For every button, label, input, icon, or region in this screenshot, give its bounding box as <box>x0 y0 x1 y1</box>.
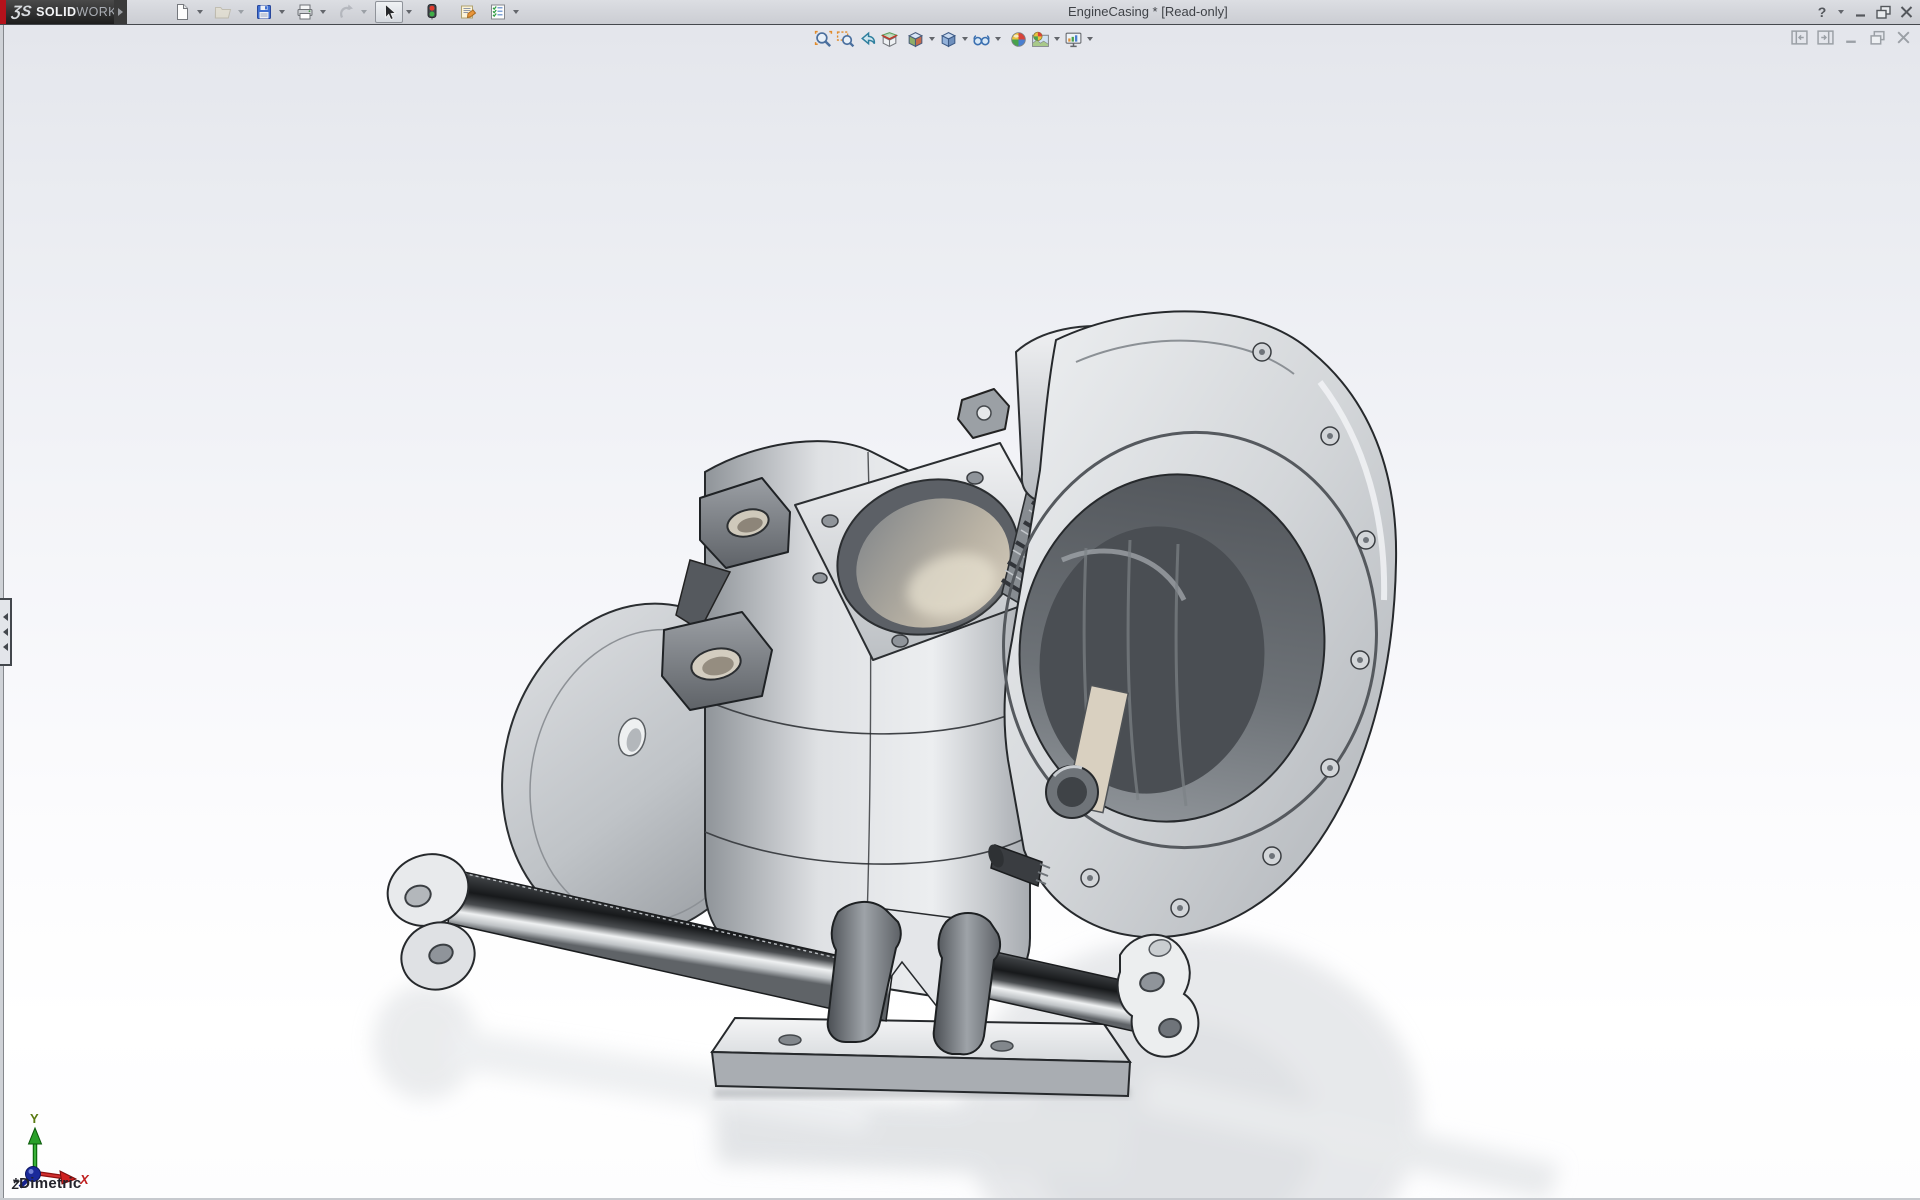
edit-appearance-icon <box>1009 30 1028 49</box>
minimize-document-icon <box>1843 30 1860 45</box>
display-style-icon <box>939 30 958 49</box>
chevron-down-icon <box>1054 37 1060 41</box>
close-document-button[interactable] <box>1895 30 1912 50</box>
apply-scene-button[interactable] <box>1029 28 1051 50</box>
zoom-to-fit-button[interactable] <box>812 28 834 50</box>
display-style-dropdown[interactable] <box>959 28 970 50</box>
display-style-button[interactable] <box>937 28 959 50</box>
mounting-base <box>712 1018 1130 1096</box>
show-right-pane-icon <box>1817 30 1834 45</box>
view-orientation-label: *Dimetric <box>13 1175 82 1192</box>
view-settings-dropdown[interactable] <box>1084 28 1095 50</box>
previous-view-icon <box>858 30 877 49</box>
zoom-to-area-button[interactable] <box>834 28 856 50</box>
hide-show-items-icon <box>972 30 991 49</box>
minimize-document-button[interactable] <box>1843 30 1860 50</box>
zoom-to-area-icon <box>836 30 855 49</box>
edit-appearance-button[interactable] <box>1007 28 1029 50</box>
graphics-viewport[interactable]: Y X Z *Dimetric <box>0 25 1920 1200</box>
apply-scene-dropdown[interactable] <box>1051 28 1062 50</box>
triad-y-label: Y <box>30 1111 39 1126</box>
apply-scene-icon <box>1031 30 1050 49</box>
engine-casing-model <box>0 0 1920 1200</box>
view-orientation-button[interactable] <box>904 28 926 50</box>
chevron-left-icon <box>3 628 8 636</box>
zoom-to-fit-icon <box>814 30 833 49</box>
view-orientation-dropdown[interactable] <box>926 28 937 50</box>
show-right-pane-button[interactable] <box>1817 30 1834 50</box>
restore-document-button[interactable] <box>1869 30 1886 50</box>
view-settings-icon <box>1064 30 1083 49</box>
collapsed-feature-panel-tab[interactable] <box>0 598 12 666</box>
close-document-icon <box>1895 30 1912 45</box>
heads-up-view-toolbar <box>812 28 1095 50</box>
chevron-left-icon <box>3 643 8 651</box>
view-settings-button[interactable] <box>1062 28 1084 50</box>
view-orientation-icon <box>906 30 925 49</box>
chevron-down-icon <box>995 37 1001 41</box>
restore-document-icon <box>1869 30 1886 45</box>
chevron-down-icon <box>929 37 935 41</box>
previous-view-button[interactable] <box>856 28 878 50</box>
hide-show-items-button[interactable] <box>970 28 992 50</box>
show-left-pane-button[interactable] <box>1791 30 1808 50</box>
chevron-down-icon <box>962 37 968 41</box>
document-window-controls <box>1791 30 1912 50</box>
section-view-icon <box>880 30 899 49</box>
chevron-left-icon <box>3 613 8 621</box>
chevron-down-icon <box>1087 37 1093 41</box>
show-left-pane-icon <box>1791 30 1808 45</box>
hide-show-items-dropdown[interactable] <box>992 28 1003 50</box>
section-view-button[interactable] <box>878 28 900 50</box>
